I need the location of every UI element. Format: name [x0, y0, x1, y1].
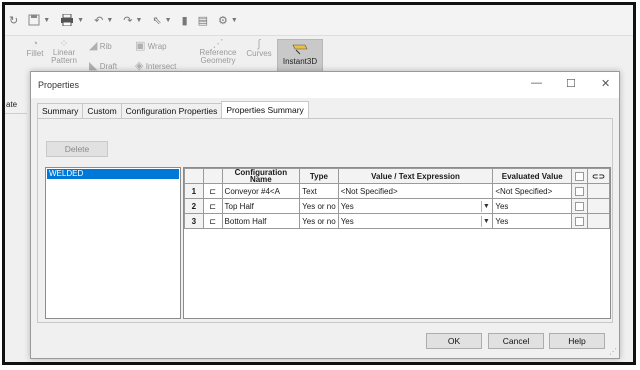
- list-item[interactable]: WELDED: [47, 169, 179, 179]
- app-window: ↻ ▼ ▼ ↶ ▼ ↷ ▼ ⇖ ▼ ▮ ▤ ⚙ ▼ ◔ Fillet ⁘ Linear …: [2, 2, 636, 365]
- rib-tool[interactable]: ◢ Rib: [89, 40, 112, 52]
- quick-access-toolbar: ↻ ▼ ▼ ↶ ▼ ↷ ▼ ⇖ ▼ ▮ ▤ ⚙ ▼: [5, 5, 633, 35]
- linear-pattern-tool[interactable]: ⁘ Linear Pattern: [51, 39, 77, 65]
- curves-icon: ʃ: [257, 38, 261, 50]
- fillet-tool[interactable]: ◔ Fillet: [25, 38, 45, 59]
- select-all-checkbox[interactable]: [575, 171, 585, 181]
- table-row: 2 ⊏ Top Half Yes or no Yes ▼ Yes: [184, 198, 610, 214]
- column-header-config-name: Configuration Name: [221, 168, 301, 184]
- chevron-down-icon[interactable]: ▼: [481, 215, 490, 227]
- redo-icon[interactable]: ↷ ▼: [123, 14, 142, 27]
- row-checkbox[interactable]: [575, 186, 585, 196]
- draft-tool[interactable]: ◣ Draft: [89, 61, 117, 72]
- text-property-icon: ⊏: [202, 183, 223, 199]
- chevron-down-icon[interactable]: ▼: [481, 200, 490, 212]
- properties-grid: Configuration Name Type Value / Text Exp…: [183, 167, 611, 319]
- close-icon[interactable]: ✕: [601, 77, 610, 90]
- select-icon[interactable]: ⇖ ▼: [152, 14, 171, 27]
- column-header-type: Type: [299, 168, 339, 184]
- evaluated-cell: <Not Specified>: [492, 183, 573, 199]
- left-panel-tab[interactable]: ate: [5, 100, 27, 114]
- wrap-icon: ▣: [135, 40, 146, 52]
- options-gear-icon[interactable]: ⚙ ▼: [218, 14, 238, 27]
- table-row: 1 ⊏ Conveyor #4<A Text <Not Specified> <…: [184, 183, 610, 199]
- yes-no-property-icon: ⊏: [202, 213, 223, 229]
- column-header-value: Value / Text Expression: [337, 168, 494, 184]
- dialog-titlebar: Properties — ☐ ✕: [31, 72, 619, 98]
- type-cell[interactable]: Text: [299, 183, 339, 199]
- maximize-icon[interactable]: ☐: [566, 77, 576, 90]
- wrap-tool[interactable]: ▣ Wrap: [135, 40, 167, 52]
- row-number: 3: [184, 213, 204, 229]
- dialog-title: Properties: [38, 80, 80, 90]
- rebuild-icon[interactable]: ↻: [9, 14, 18, 27]
- value-cell[interactable]: Yes ▼: [337, 213, 494, 229]
- dialog-tabs: Summary Custom Configuration Properties …: [37, 101, 309, 118]
- value-select[interactable]: Yes: [341, 217, 354, 226]
- properties-dialog: Properties — ☐ ✕ Summary Custom Configur…: [30, 71, 620, 359]
- properties-summary-panel: Delete WELDED Configuration Name Type Va…: [37, 118, 613, 323]
- yes-no-property-icon: ⊏: [202, 198, 223, 214]
- ok-button[interactable]: OK: [426, 333, 482, 349]
- config-name-cell[interactable]: Top Half: [221, 198, 301, 214]
- config-name-cell[interactable]: Bottom Half: [221, 213, 301, 229]
- file-properties-icon[interactable]: ▤: [198, 14, 208, 27]
- rib-icon: ◢: [89, 40, 98, 52]
- instant3d-icon: [292, 44, 308, 55]
- row-checkbox[interactable]: [575, 216, 585, 226]
- value-select[interactable]: Yes: [341, 202, 354, 211]
- row-checkbox[interactable]: [575, 201, 585, 211]
- print-icon[interactable]: ▼: [60, 14, 84, 26]
- config-name-cell[interactable]: Conveyor #4<A: [221, 183, 301, 199]
- row-number: 1: [184, 183, 204, 199]
- reference-geometry-tool[interactable]: ⋰ Reference Geometry: [198, 39, 238, 65]
- fillet-icon: ◔: [31, 38, 39, 50]
- value-cell[interactable]: <Not Specified>: [337, 183, 494, 199]
- properties-table: Configuration Name Type Value / Text Exp…: [184, 168, 610, 229]
- link-icon[interactable]: ⊂⊃: [587, 168, 610, 184]
- value-cell[interactable]: Yes ▼: [337, 198, 494, 214]
- column-header-evaluated: Evaluated Value: [492, 168, 573, 184]
- table-header-row: Configuration Name Type Value / Text Exp…: [184, 168, 610, 184]
- row-number: 2: [184, 198, 204, 214]
- type-cell[interactable]: Yes or no: [299, 198, 339, 214]
- evaluated-cell: Yes: [492, 198, 573, 214]
- intersect-tool[interactable]: ◈ Intersect: [135, 61, 176, 72]
- undo-icon[interactable]: ↶ ▼: [94, 14, 113, 27]
- tab-custom[interactable]: Custom: [82, 103, 122, 118]
- table-row: 3 ⊏ Bottom Half Yes or no Yes ▼ Yes: [184, 213, 610, 229]
- tab-summary[interactable]: Summary: [37, 103, 84, 118]
- help-button[interactable]: Help: [549, 333, 605, 349]
- rebuild-traffic-light-icon[interactable]: ▮: [182, 14, 188, 27]
- cancel-button[interactable]: Cancel: [488, 333, 544, 349]
- minimize-icon[interactable]: —: [531, 77, 542, 89]
- delete-button[interactable]: Delete: [46, 141, 108, 157]
- save-icon[interactable]: ▼: [28, 14, 50, 26]
- resize-grip-icon[interactable]: ⋰: [609, 347, 617, 356]
- instant3d-button[interactable]: Instant3D: [277, 39, 323, 75]
- tab-configuration-properties[interactable]: Configuration Properties: [120, 103, 223, 118]
- type-cell[interactable]: Yes or no: [299, 213, 339, 229]
- configuration-list[interactable]: WELDED: [45, 167, 181, 319]
- curves-tool[interactable]: ʃ Curves: [246, 38, 272, 59]
- evaluated-cell: Yes: [492, 213, 573, 229]
- tab-properties-summary[interactable]: Properties Summary: [221, 101, 309, 118]
